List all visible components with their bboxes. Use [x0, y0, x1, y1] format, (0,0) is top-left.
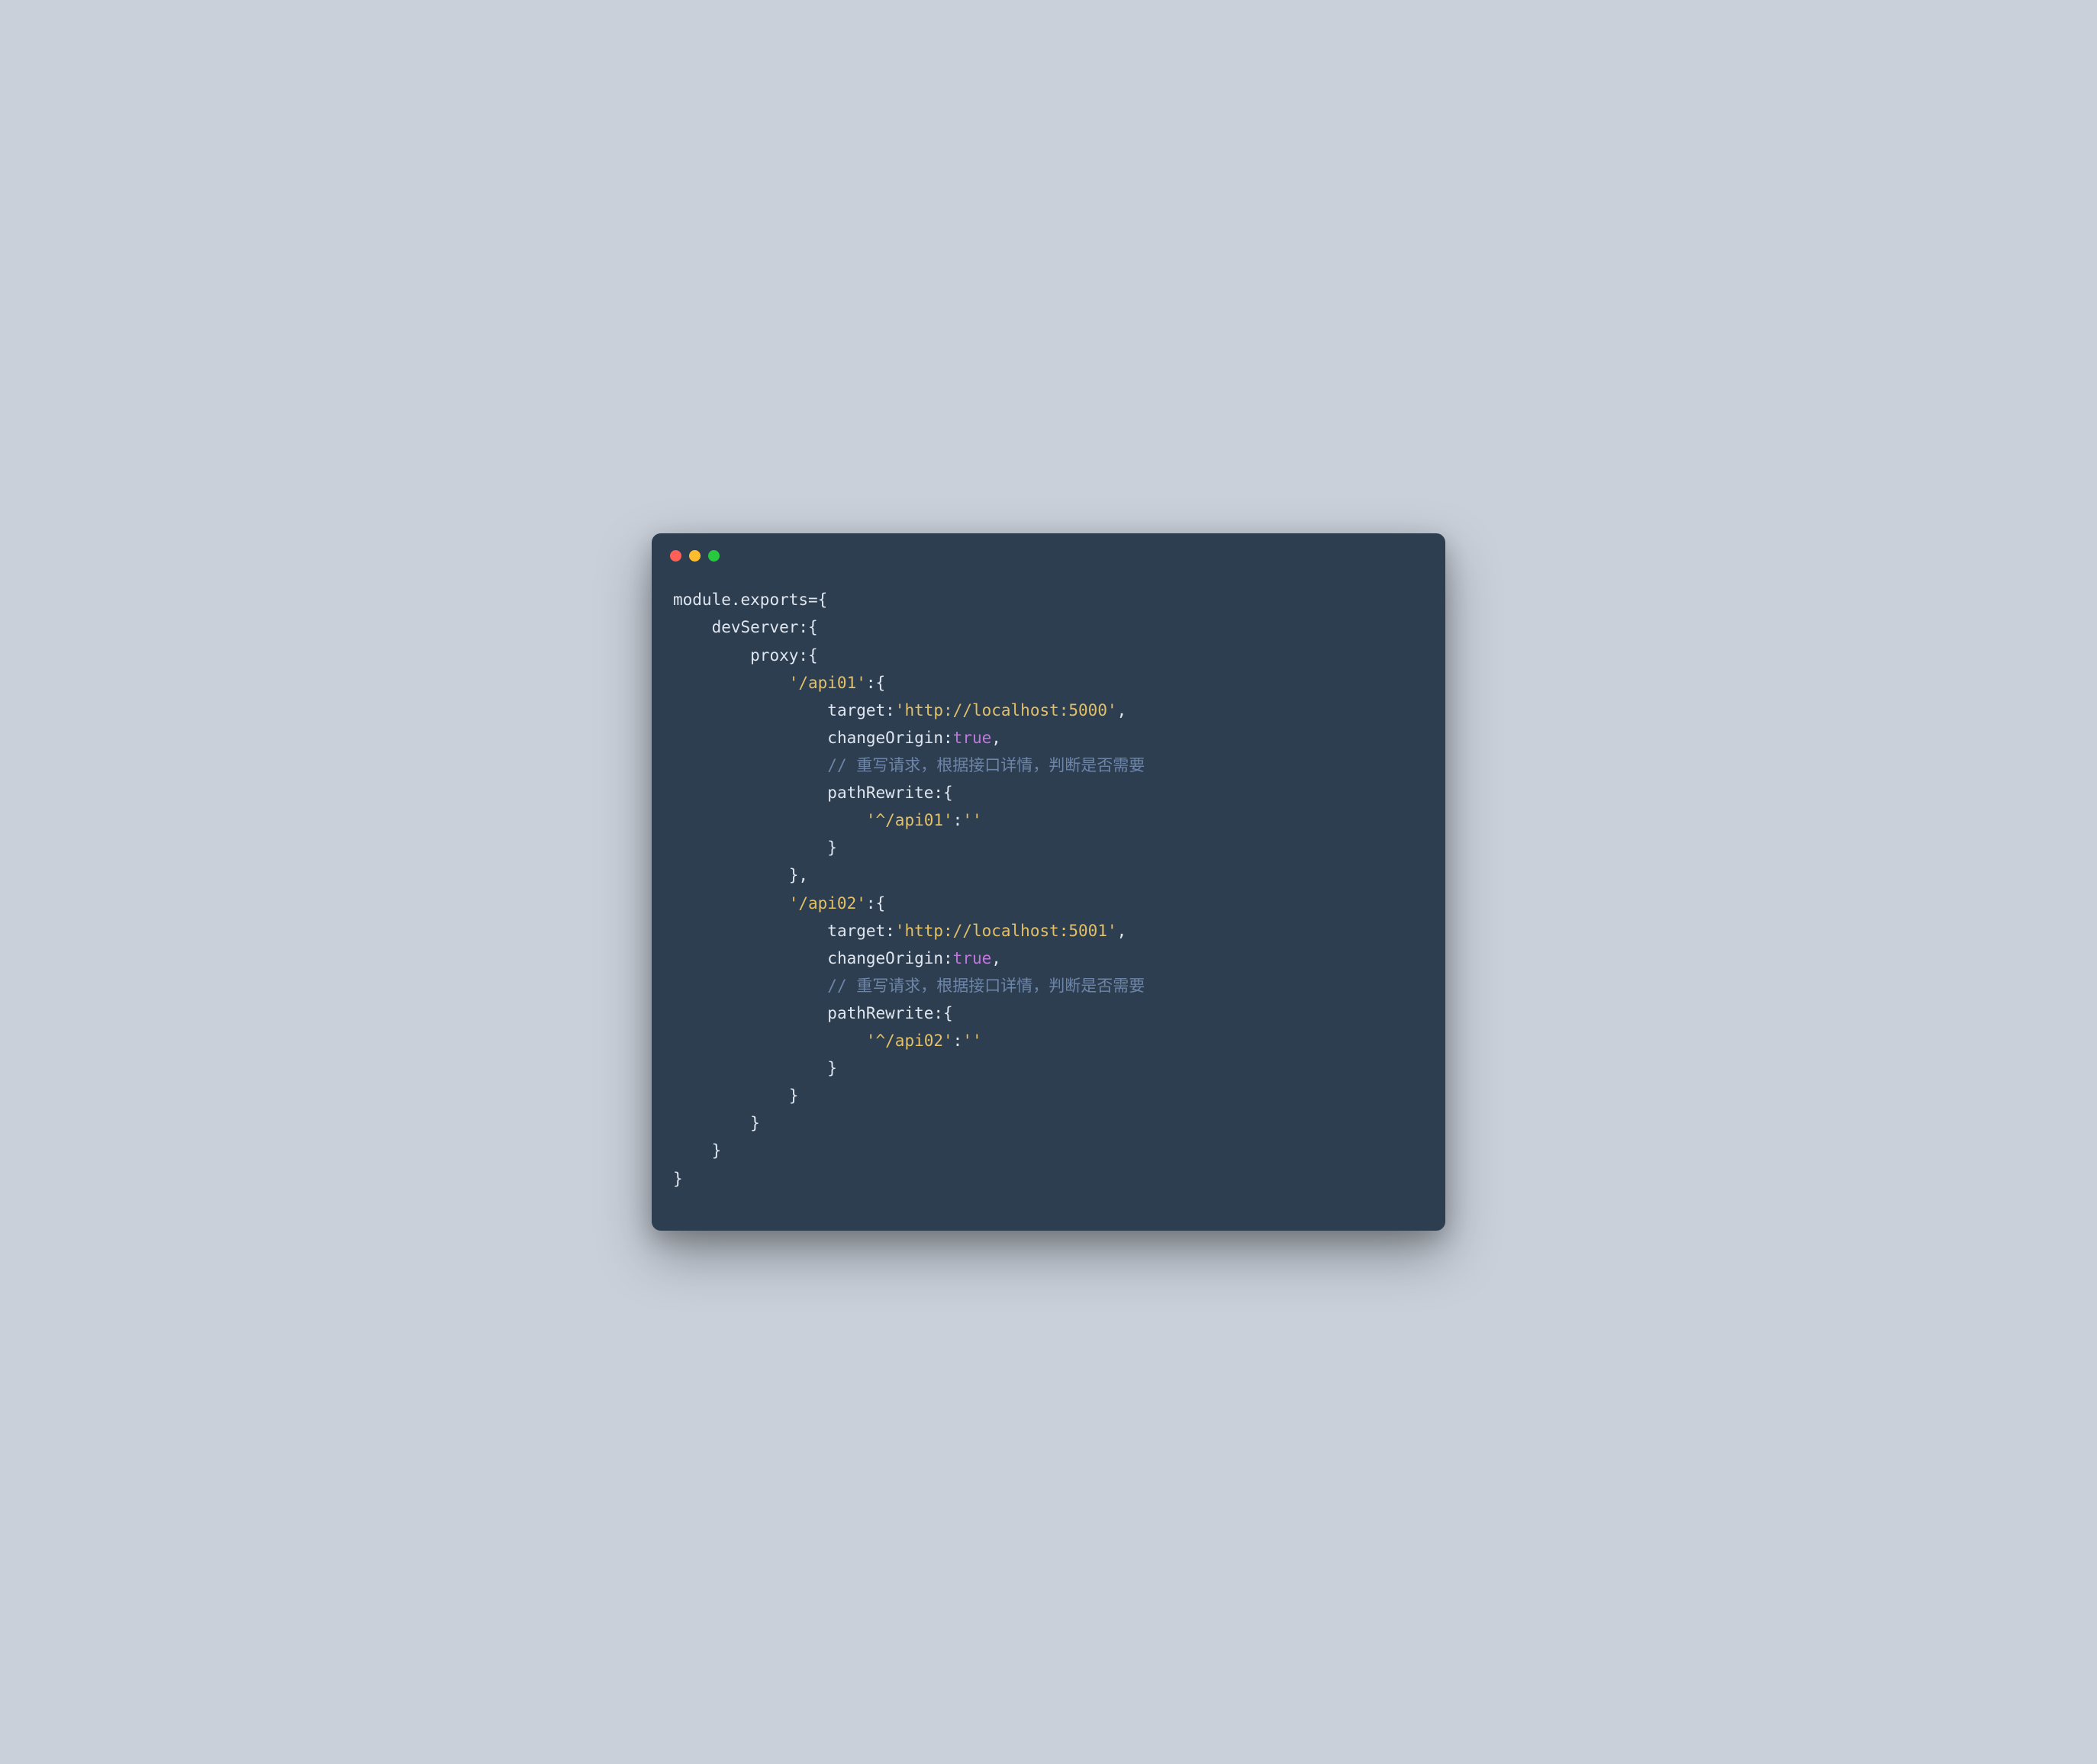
code-token: '^/api02' — [866, 1032, 953, 1050]
code-token — [673, 618, 712, 636]
code-token — [673, 701, 827, 719]
code-token — [673, 894, 789, 913]
code-token: exports — [741, 591, 809, 609]
code-token: 'http://localhost:5000' — [895, 701, 1117, 719]
code-token — [673, 674, 789, 692]
code-token — [673, 1059, 827, 1077]
code-token: changeOrigin — [827, 949, 943, 967]
code-token: true — [953, 949, 992, 967]
code-token: . — [731, 591, 741, 609]
code-token — [673, 756, 827, 774]
code-token — [673, 866, 789, 884]
code-token: :{ — [798, 618, 817, 636]
code-token: , — [991, 729, 1001, 747]
code-token — [673, 1032, 866, 1050]
code-token: :{ — [933, 784, 952, 802]
code-token: '' — [962, 811, 981, 829]
code-token — [673, 949, 827, 967]
close-icon[interactable] — [670, 550, 681, 562]
code-token: : — [885, 922, 895, 940]
code-token — [673, 1004, 827, 1022]
code-token — [673, 1086, 789, 1105]
code-token — [673, 646, 750, 665]
code-token: '^/api01' — [866, 811, 953, 829]
code-token: } — [827, 1059, 837, 1077]
code-token: pathRewrite — [827, 784, 933, 802]
maximize-icon[interactable] — [708, 550, 720, 562]
code-token — [673, 839, 827, 857]
minimize-icon[interactable] — [689, 550, 701, 562]
code-token: : — [943, 949, 953, 967]
code-token: :{ — [866, 674, 885, 692]
code-token: proxy — [750, 646, 798, 665]
code-token: '/api02' — [789, 894, 866, 913]
code-token: , — [1117, 922, 1127, 940]
code-token: } — [712, 1141, 722, 1160]
code-token — [673, 1141, 712, 1160]
code-token — [673, 811, 866, 829]
code-token: } — [750, 1114, 760, 1132]
code-token: target — [827, 922, 885, 940]
code-editor: module.exports={ devServer:{ proxy:{ '/a… — [652, 571, 1445, 1230]
code-token: ={ — [808, 591, 827, 609]
code-token: :{ — [866, 894, 885, 913]
code-token: : — [885, 701, 895, 719]
code-token: : — [943, 729, 953, 747]
code-token — [673, 977, 827, 995]
code-token: } — [673, 1170, 683, 1188]
code-token: :{ — [933, 1004, 952, 1022]
code-window: module.exports={ devServer:{ proxy:{ '/a… — [652, 533, 1445, 1230]
code-token: devServer — [712, 618, 799, 636]
code-token — [673, 1114, 750, 1132]
code-token: , — [1117, 701, 1127, 719]
code-token: '/api01' — [789, 674, 866, 692]
code-token: :{ — [798, 646, 817, 665]
code-token: module — [673, 591, 731, 609]
code-token: }, — [789, 866, 808, 884]
code-token: } — [827, 839, 837, 857]
code-token — [673, 922, 827, 940]
code-token: changeOrigin — [827, 729, 943, 747]
code-token: target — [827, 701, 885, 719]
code-token: true — [953, 729, 992, 747]
code-comment: // 重写请求，根据接口详情，判断是否需要 — [827, 977, 1145, 995]
titlebar — [652, 533, 1445, 571]
code-comment: // 重写请求，根据接口详情，判断是否需要 — [827, 756, 1145, 774]
code-token — [673, 784, 827, 802]
code-token: : — [953, 811, 963, 829]
code-token: : — [953, 1032, 963, 1050]
code-token — [673, 729, 827, 747]
code-token: 'http://localhost:5001' — [895, 922, 1117, 940]
code-token: } — [789, 1086, 799, 1105]
code-token: '' — [962, 1032, 981, 1050]
code-token: pathRewrite — [827, 1004, 933, 1022]
code-token: , — [991, 949, 1001, 967]
